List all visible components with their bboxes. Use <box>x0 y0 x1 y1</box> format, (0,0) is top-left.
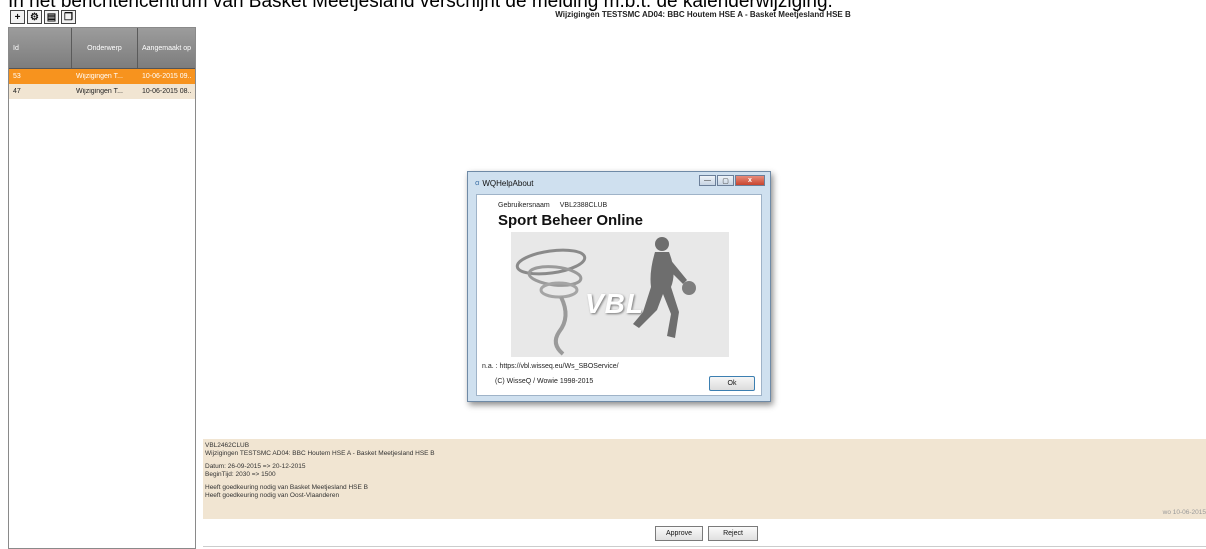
message-time: BeginTijd: 2030 => 1500 <box>205 470 276 478</box>
cell-id: 47 <box>13 88 21 95</box>
message-detail: VBL2462CLUB Wijzigingen TESTSMC AD04: BB… <box>203 439 1206 519</box>
message-subject: Wijzigingen TESTSMC AD04: BBC Houtem HSE… <box>205 449 435 457</box>
copyright-text: (C) WisseQ / Wowie 1998-2015 <box>495 378 594 385</box>
logo-text: VBL <box>585 288 644 319</box>
minimize-icon[interactable]: — <box>699 175 716 186</box>
app-name: Sport Beheer Online <box>498 212 644 229</box>
window-title: Wijzigingen TESTSMC AD04: BBC Houtem HSE… <box>555 10 851 19</box>
message-timestamp: wo 10-06-2015 <box>1162 508 1206 516</box>
cell-created: 10-06-2015 09.. <box>142 73 192 80</box>
close-icon[interactable]: x <box>735 175 765 186</box>
settings-icon[interactable]: ⚙ <box>27 10 42 24</box>
copy-icon[interactable]: ❐ <box>61 10 76 24</box>
dialog-title: WQHelpAbout <box>482 179 534 188</box>
cell-subject: Wijzigingen T... <box>76 88 123 95</box>
toolbar: + ⚙ ▤ ❐ <box>10 10 76 26</box>
column-header-subject[interactable]: Onderwerp <box>72 28 138 68</box>
column-header-id[interactable]: Id <box>9 28 72 68</box>
dialog-body: Gebruikersnaam VBL2388CLUB Sport Beheer O… <box>476 194 762 396</box>
table-row[interactable]: 53 Wijzigingen T... 10-06-2015 09.. <box>9 69 195 84</box>
app-icon: ꭤ <box>475 180 480 187</box>
user-value: VBL2388CLUB <box>559 202 608 209</box>
user-label: Gebruikersnaam <box>498 202 550 209</box>
message-approval-1: Heeft goedkeuring nodig van Basket Meetj… <box>205 484 368 491</box>
divider <box>203 546 1206 547</box>
service-url: n.a. : https://vbl.wisseq.eu/Ws_SBOServi… <box>482 363 619 370</box>
message-approval-2: Heeft goedkeuring nodig van Oost-Vlaande… <box>205 491 340 499</box>
action-bar: Approve Reject <box>203 519 1206 549</box>
about-dialog: ꭤ WQHelpAbout — ▢ x Gebruikersnaam VBL238… <box>467 171 771 402</box>
message-list: Id Onderwerp Aangemaakt op 53 Wijziginge… <box>8 27 196 549</box>
approve-button[interactable]: Approve <box>655 526 703 541</box>
cell-id: 53 <box>13 73 21 80</box>
ok-button[interactable]: Ok <box>709 376 755 391</box>
maximize-icon[interactable]: ▢ <box>717 175 734 186</box>
column-header-created[interactable]: Aangemaakt op <box>138 28 195 68</box>
vbl-logo: VBL <box>511 232 729 357</box>
cell-subject: Wijzigingen T... <box>76 73 123 80</box>
reject-button[interactable]: Reject <box>708 526 758 541</box>
plus-icon[interactable]: + <box>10 10 25 24</box>
list-icon[interactable]: ▤ <box>44 10 59 24</box>
dialog-title-bar[interactable]: ꭤ WQHelpAbout <box>475 179 533 188</box>
user-line: Gebruikersnaam VBL2388CLUB <box>498 202 607 209</box>
cell-created: 10-06-2015 08.. <box>142 88 192 95</box>
table-row[interactable]: 47 Wijzigingen T... 10-06-2015 08.. <box>9 84 195 99</box>
grid-header: Id Onderwerp Aangemaakt op <box>9 28 195 69</box>
message-sender: VBL2462CLUB <box>205 442 250 449</box>
window-controls: — ▢ x <box>699 175 765 186</box>
message-date: Datum: 26-09-2015 => 20-12-2015 <box>205 463 306 470</box>
